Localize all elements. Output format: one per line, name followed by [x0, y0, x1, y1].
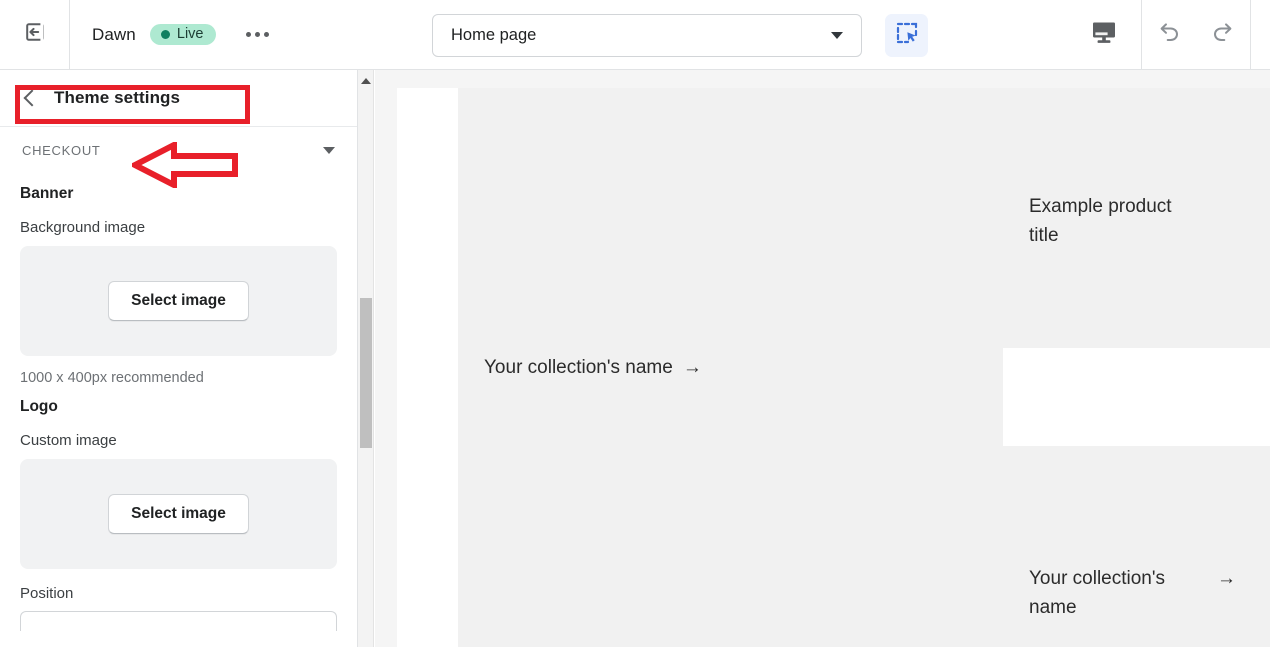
scroll-up-arrow-icon[interactable]	[361, 78, 371, 84]
arrow-right-icon-2: →	[1217, 568, 1236, 589]
position-select[interactable]	[20, 611, 337, 631]
preview-canvas: Your collection's name → Example product…	[375, 70, 1270, 647]
scrollbar-thumb[interactable]	[360, 298, 372, 448]
group-title-banner: Banner	[20, 185, 74, 202]
undo-icon	[1156, 19, 1182, 50]
exit-left-icon	[23, 20, 47, 49]
background-image-picker[interactable]: Select image	[20, 246, 337, 356]
collection-side-label: Your collection's name	[1029, 568, 1166, 619]
settings-sidebar: Theme settings CHECKOUT Banner Backgroun…	[0, 70, 358, 647]
page-selector[interactable]: Home page	[432, 14, 862, 57]
desktop-monitor-icon	[1090, 20, 1118, 51]
theme-name: Dawn	[92, 24, 136, 44]
collection-main-label: Your collection's name	[484, 356, 673, 378]
sidebar-section-label: CHECKOUT	[22, 142, 101, 158]
group-title-logo: Logo	[20, 398, 58, 415]
field-label-position: Position	[20, 585, 74, 602]
theme-info: Dawn Live	[70, 23, 279, 46]
preview-block-collection-main[interactable]: Your collection's name →	[458, 88, 1003, 647]
preview-page: Your collection's name → Example product…	[397, 88, 1270, 647]
redo-button[interactable]	[1196, 0, 1250, 69]
page-selector-value: Home page	[451, 26, 537, 44]
field-label-custom-image: Custom image	[20, 432, 117, 449]
select-custom-image-button[interactable]: Select image	[108, 494, 249, 534]
top-toolbar: Dawn Live Home page	[0, 0, 1270, 70]
select-region-button[interactable]	[885, 14, 928, 57]
product-title-label: Example product title	[1029, 196, 1172, 247]
undo-button[interactable]	[1142, 0, 1196, 69]
dot-3	[264, 32, 270, 37]
exit-editor-button[interactable]	[0, 0, 70, 69]
device-preview-button[interactable]	[1083, 17, 1125, 53]
more-options-button[interactable]	[236, 24, 279, 45]
chevron-down-icon	[323, 146, 335, 154]
chevron-left-icon	[23, 89, 41, 107]
page-title: Theme settings	[54, 88, 181, 107]
status-badge: Live	[149, 23, 217, 46]
custom-image-picker[interactable]: Select image	[20, 459, 337, 569]
status-badge-label: Live	[176, 25, 204, 42]
select-background-image-button[interactable]: Select image	[108, 281, 249, 321]
select-region-icon	[896, 22, 918, 49]
field-label-background-image: Background image	[20, 219, 146, 236]
dot-2	[255, 32, 261, 37]
sidebar-back-header[interactable]: Theme settings	[0, 70, 357, 127]
theme-editor-app: Dawn Live Home page Theme settings CHECK…	[0, 0, 1270, 647]
sidebar-scrollbar[interactable]	[358, 70, 374, 647]
redo-icon	[1210, 19, 1236, 50]
arrow-right-icon: →	[682, 356, 702, 378]
background-image-hint: 1000 x 400px recommended	[20, 370, 204, 386]
preview-block-collection-side[interactable]: Your collection's name →	[1003, 446, 1270, 647]
settings-panel: Banner Background image Select image 100…	[0, 185, 357, 631]
dot-1	[246, 32, 252, 37]
sidebar-section-checkout[interactable]: CHECKOUT	[0, 127, 357, 173]
chevron-down-icon	[831, 32, 843, 39]
history-controls	[1141, 0, 1251, 69]
page-selector-control[interactable]: Home page	[432, 14, 862, 57]
live-dot-icon	[160, 29, 170, 39]
preview-block-product[interactable]: Example product title	[1003, 88, 1270, 348]
